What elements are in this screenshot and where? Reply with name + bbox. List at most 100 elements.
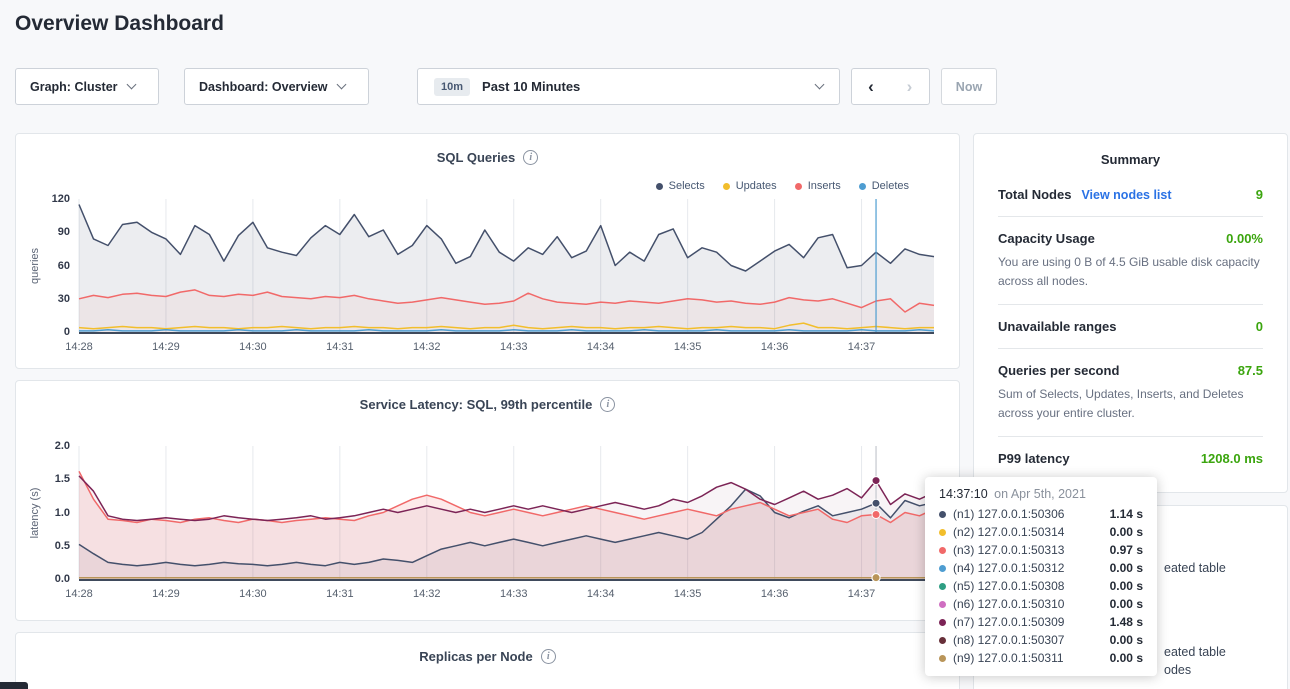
series-dot <box>939 583 946 590</box>
legend-dot <box>723 183 730 190</box>
y-axis-tick: 30 <box>58 293 70 305</box>
legend-item-inserts[interactable]: Inserts <box>795 180 841 192</box>
p99-latency-value: 1208.0 ms <box>1201 451 1263 466</box>
node-address: (n5) 127.0.0.1:50308 <box>953 579 1064 593</box>
qps-description: Sum of Selects, Updates, Inserts, and De… <box>998 385 1263 422</box>
node-address: (n7) 127.0.0.1:50309 <box>953 615 1064 629</box>
series-dot <box>939 565 946 572</box>
sql-queries-chart[interactable]: queries 14:2814:2914:3014:3114:3214:3314… <box>79 199 934 334</box>
time-next-button[interactable]: › <box>890 68 930 105</box>
summary-panel: Summary Total Nodes View nodes list 9 Ca… <box>973 133 1288 493</box>
time-prev-button[interactable]: ‹ <box>851 68 891 105</box>
tooltip-row-n9: (n9) 127.0.0.1:50311 0.00 s <box>939 649 1143 667</box>
tooltip-row-n1: (n1) 127.0.0.1:50306 1.14 s <box>939 505 1143 523</box>
legend-dot <box>859 183 866 190</box>
x-axis-tick: 14:28 <box>65 588 93 600</box>
view-nodes-list-link[interactable]: View nodes list <box>1081 188 1171 202</box>
unavailable-ranges-label: Unavailable ranges <box>998 319 1117 334</box>
event-item[interactable]: eated table <box>1164 645 1226 659</box>
event-item[interactable]: eated table <box>1164 561 1226 575</box>
y-axis-tick: 0.0 <box>55 573 70 585</box>
chart-title-text: Replicas per Node <box>419 649 532 664</box>
sql-queries-legend: Selects Updates Inserts Deletes <box>656 180 909 192</box>
p99-latency-label: P99 latency <box>998 451 1070 466</box>
y-axis-label: latency (s) <box>29 487 41 538</box>
info-icon[interactable] <box>541 649 556 664</box>
qps-value: 87.5 <box>1238 363 1263 378</box>
x-axis-tick: 14:29 <box>152 588 180 600</box>
node-latency: 0.97 s <box>1110 543 1143 557</box>
replicas-per-node-title: Replicas per Node <box>16 633 959 664</box>
tooltip-row-n2: (n2) 127.0.0.1:50314 0.00 s <box>939 523 1143 541</box>
summary-row-unavailable-ranges: Unavailable ranges 0 <box>998 305 1263 349</box>
x-axis-tick: 14:36 <box>761 588 789 600</box>
legend-label: Inserts <box>808 180 841 192</box>
node-latency: 0.00 s <box>1110 561 1143 575</box>
event-item[interactable]: odes <box>1164 663 1191 677</box>
legend-item-selects[interactable]: Selects <box>656 180 705 192</box>
graph-dropdown[interactable]: Graph: Cluster <box>15 68 159 105</box>
chevron-down-icon <box>815 80 825 90</box>
chevron-down-icon <box>126 80 136 90</box>
tooltip-timestamp: 14:37:10 on Apr 5th, 2021 <box>939 487 1143 501</box>
tooltip-row-n5: (n5) 127.0.0.1:50308 0.00 s <box>939 577 1143 595</box>
sql-queries-panel: SQL Queries Selects Updates Inserts Dele… <box>15 133 960 369</box>
capacity-value: 0.00% <box>1226 231 1263 246</box>
summary-body: Total Nodes View nodes list 9 Capacity U… <box>974 173 1287 480</box>
sql-queries-title: SQL Queries <box>16 134 959 165</box>
tooltip-row-n4: (n4) 127.0.0.1:50312 0.00 s <box>939 559 1143 577</box>
page-title: Overview Dashboard <box>15 12 224 36</box>
node-address: (n1) 127.0.0.1:50306 <box>953 507 1064 521</box>
node-latency: 1.14 s <box>1110 507 1143 521</box>
node-address: (n8) 127.0.0.1:50307 <box>953 633 1064 647</box>
service-latency-chart[interactable]: latency (s) 14:2814:2914:3014:3114:3214:… <box>79 446 934 581</box>
legend-label: Updates <box>736 180 777 192</box>
summary-row-capacity: Capacity Usage 0.00% You are using 0 B o… <box>998 217 1263 305</box>
tooltip-row-n8: (n8) 127.0.0.1:50307 0.00 s <box>939 631 1143 649</box>
tooltip-time: 14:37:10 <box>939 487 988 501</box>
legend-label: Selects <box>669 180 705 192</box>
x-axis-tick: 14:34 <box>587 341 615 353</box>
chevron-down-icon <box>336 80 346 90</box>
unavailable-ranges-value: 0 <box>1256 319 1263 334</box>
y-axis-tick: 0 <box>64 326 70 338</box>
legend-label: Deletes <box>872 180 909 192</box>
legend-item-deletes[interactable]: Deletes <box>859 180 909 192</box>
x-axis-tick: 14:33 <box>500 341 528 353</box>
x-axis-tick: 14:30 <box>239 588 267 600</box>
info-icon[interactable] <box>523 150 538 165</box>
x-axis-tick: 14:31 <box>326 588 354 600</box>
capacity-description: You are using 0 B of 4.5 GiB usable disk… <box>998 253 1263 290</box>
graph-dropdown-label: Graph: Cluster <box>30 80 118 94</box>
time-range-label: Past 10 Minutes <box>482 79 580 94</box>
legend-item-updates[interactable]: Updates <box>723 180 777 192</box>
dashboard-dropdown-label: Dashboard: Overview <box>199 80 328 94</box>
summary-row-p99-latency: P99 latency 1208.0 ms <box>998 437 1263 480</box>
x-axis-tick: 14:35 <box>674 341 702 353</box>
chart-title-text: SQL Queries <box>437 150 516 165</box>
y-axis-tick: 1.0 <box>55 507 70 519</box>
x-axis-tick: 14:30 <box>239 341 267 353</box>
y-axis-label: queries <box>29 247 41 283</box>
node-address: (n4) 127.0.0.1:50312 <box>953 561 1064 575</box>
series-dot <box>939 655 946 662</box>
series-dot <box>939 637 946 644</box>
y-axis-tick: 2.0 <box>55 440 70 452</box>
time-range-dropdown[interactable]: 10m Past 10 Minutes <box>417 68 840 105</box>
x-axis-tick: 14:37 <box>848 588 876 600</box>
x-axis-tick: 14:32 <box>413 341 441 353</box>
summary-row-qps: Queries per second 87.5 Sum of Selects, … <box>998 349 1263 437</box>
total-nodes-value: 9 <box>1256 187 1263 202</box>
node-latency: 0.00 s <box>1110 579 1143 593</box>
summary-title: Summary <box>974 134 1287 173</box>
node-latency: 0.00 s <box>1110 597 1143 611</box>
x-axis-tick: 14:34 <box>587 588 615 600</box>
now-button[interactable]: Now <box>941 68 997 105</box>
x-axis-tick: 14:32 <box>413 588 441 600</box>
series-dot <box>939 529 946 536</box>
y-axis-tick: 0.5 <box>55 540 70 552</box>
y-axis-tick: 120 <box>52 193 70 205</box>
dashboard-dropdown[interactable]: Dashboard: Overview <box>184 68 369 105</box>
info-icon[interactable] <box>600 397 615 412</box>
node-latency: 0.00 s <box>1110 525 1143 539</box>
